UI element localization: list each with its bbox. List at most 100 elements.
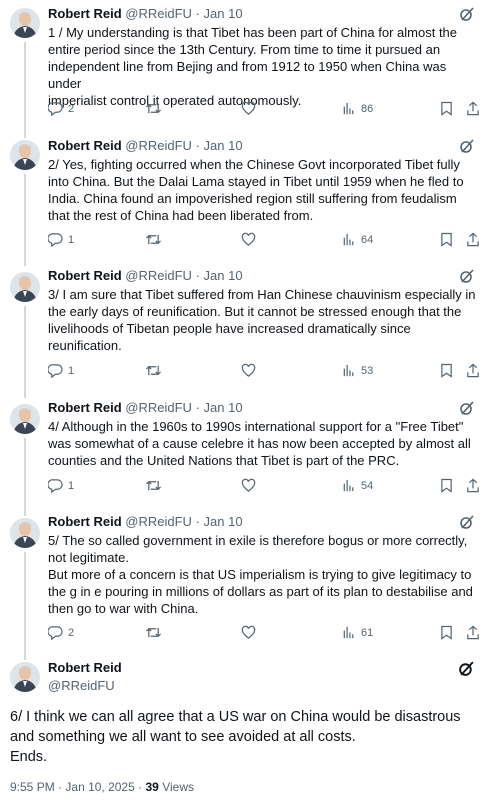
thread-connector bbox=[24, 438, 26, 516]
views-count: 39 bbox=[145, 780, 159, 794]
like-button[interactable] bbox=[241, 101, 256, 116]
like-button[interactable] bbox=[241, 363, 256, 378]
avatar[interactable] bbox=[10, 518, 40, 548]
thread-connector bbox=[24, 306, 26, 398]
bookmark-icon bbox=[441, 101, 452, 116]
thread-tweet[interactable]: Robert Reid @RReidFU · Jan 10 5/ The so … bbox=[0, 508, 487, 660]
tweet-text: 3/ I am sure that Tibet suffered from Ha… bbox=[48, 287, 476, 353]
reply-button[interactable]: 1 bbox=[48, 232, 74, 247]
reply-count: 1 bbox=[68, 233, 75, 246]
heart-icon bbox=[241, 232, 256, 246]
tweet-text: 2/ Yes, fighting occurred when the Chine… bbox=[48, 157, 464, 223]
avatar[interactable] bbox=[10, 272, 40, 302]
heart-icon bbox=[241, 625, 256, 639]
main-tweet-text: 6/ I think we can all agree that a US wa… bbox=[10, 709, 461, 765]
avatar[interactable] bbox=[10, 140, 40, 170]
retweet-button[interactable] bbox=[145, 478, 162, 493]
views-count: 64 bbox=[361, 233, 374, 246]
views-label: Views bbox=[162, 780, 194, 794]
tweet-header: Robert Reid @RReidFU · Jan 10 bbox=[48, 268, 477, 284]
bookmark-button[interactable] bbox=[440, 478, 453, 493]
share-button[interactable] bbox=[466, 232, 480, 247]
reply-icon bbox=[48, 364, 63, 378]
views-button[interactable]: 54 bbox=[342, 478, 373, 493]
author-handle[interactable]: @RReidFU bbox=[48, 678, 115, 693]
separator-dot: · bbox=[195, 268, 200, 283]
views-count: 61 bbox=[361, 626, 374, 639]
thread-tweet[interactable]: Robert Reid @RReidFU · Jan 10 4/ Althoug… bbox=[0, 394, 487, 516]
thread-tweet[interactable]: Robert Reid @RReidFU · Jan 10 3/ I am su… bbox=[0, 262, 487, 398]
retweet-icon bbox=[146, 627, 161, 638]
separator-dot: · bbox=[58, 780, 63, 794]
author-handle[interactable]: @RReidFU bbox=[125, 6, 192, 21]
like-button[interactable] bbox=[241, 478, 256, 493]
share-icon bbox=[467, 478, 479, 493]
bookmark-icon bbox=[441, 478, 452, 493]
views-count: 86 bbox=[361, 102, 374, 115]
tweet-full-date[interactable]: Jan 10, 2025 bbox=[65, 780, 134, 794]
tweet-date[interactable]: Jan 10 bbox=[204, 138, 243, 153]
author-name[interactable]: Robert Reid bbox=[48, 6, 122, 21]
share-button[interactable] bbox=[466, 363, 480, 378]
avatar[interactable] bbox=[10, 8, 40, 38]
tweet-header: Robert Reid @RReidFU · Jan 10 bbox=[48, 514, 477, 530]
heart-icon bbox=[241, 101, 256, 115]
separator-dot: · bbox=[195, 138, 200, 153]
bookmark-button[interactable] bbox=[440, 625, 453, 640]
thread-connector bbox=[24, 42, 26, 138]
tweet-date[interactable]: Jan 10 bbox=[204, 268, 243, 283]
retweet-button[interactable] bbox=[145, 625, 162, 640]
retweet-button[interactable] bbox=[145, 101, 162, 116]
separator-dot: · bbox=[195, 514, 200, 529]
views-count: 54 bbox=[361, 479, 374, 492]
reply-count: 2 bbox=[68, 626, 75, 639]
share-button[interactable] bbox=[466, 101, 480, 116]
tweet-actions: 1 64 bbox=[48, 232, 480, 248]
tweet-date[interactable]: Jan 10 bbox=[204, 6, 243, 21]
share-button[interactable] bbox=[466, 625, 480, 640]
tweet-actions: 2 61 bbox=[48, 625, 480, 641]
views-button[interactable]: 53 bbox=[342, 363, 373, 378]
author-name[interactable]: Robert Reid bbox=[48, 268, 122, 283]
reply-count: 1 bbox=[68, 479, 75, 492]
author-name[interactable]: Robert Reid bbox=[48, 660, 122, 675]
views-bars-icon bbox=[343, 479, 354, 492]
views-button[interactable]: 64 bbox=[342, 232, 373, 247]
author-handle[interactable]: @RReidFU bbox=[125, 138, 192, 153]
views-button[interactable]: 61 bbox=[342, 625, 373, 640]
views-bars-icon bbox=[343, 364, 354, 377]
like-button[interactable] bbox=[241, 232, 256, 247]
share-icon bbox=[467, 232, 479, 247]
reply-count: 1 bbox=[68, 364, 75, 377]
avatar[interactable] bbox=[10, 662, 40, 692]
bookmark-button[interactable] bbox=[440, 101, 453, 116]
reply-button[interactable]: 1 bbox=[48, 363, 74, 378]
reply-button[interactable]: 2 bbox=[48, 625, 74, 640]
thread-tweet[interactable]: Robert Reid @RReidFU · Jan 10 1 / My und… bbox=[0, 0, 487, 138]
retweet-button[interactable] bbox=[145, 363, 162, 378]
separator-dot: · bbox=[138, 780, 143, 794]
bookmark-icon bbox=[441, 363, 452, 378]
like-button[interactable] bbox=[241, 625, 256, 640]
tweet-date[interactable]: Jan 10 bbox=[204, 514, 243, 529]
avatar[interactable] bbox=[10, 404, 40, 434]
author-handle[interactable]: @RReidFU bbox=[125, 400, 192, 415]
author-name[interactable]: Robert Reid bbox=[48, 400, 122, 415]
author-name[interactable]: Robert Reid bbox=[48, 138, 122, 153]
author-handle[interactable]: @RReidFU bbox=[125, 268, 192, 283]
retweet-button[interactable] bbox=[145, 232, 162, 247]
tweet-time[interactable]: 9:55 PM bbox=[10, 780, 55, 794]
author-handle[interactable]: @RReidFU bbox=[125, 514, 192, 529]
views-button[interactable]: 86 bbox=[342, 101, 373, 116]
grok-icon[interactable] bbox=[458, 660, 475, 682]
reply-button[interactable]: 1 bbox=[48, 478, 74, 493]
bookmark-button[interactable] bbox=[440, 232, 453, 247]
bookmark-button[interactable] bbox=[440, 363, 453, 378]
thread-tweet[interactable]: Robert Reid @RReidFU · Jan 10 2/ Yes, fi… bbox=[0, 130, 487, 266]
views-bars-icon bbox=[343, 102, 354, 115]
share-icon bbox=[467, 101, 479, 116]
tweet-date[interactable]: Jan 10 bbox=[204, 400, 243, 415]
reply-button[interactable]: 2 bbox=[48, 101, 74, 116]
author-name[interactable]: Robert Reid bbox=[48, 514, 122, 529]
share-button[interactable] bbox=[466, 478, 480, 493]
